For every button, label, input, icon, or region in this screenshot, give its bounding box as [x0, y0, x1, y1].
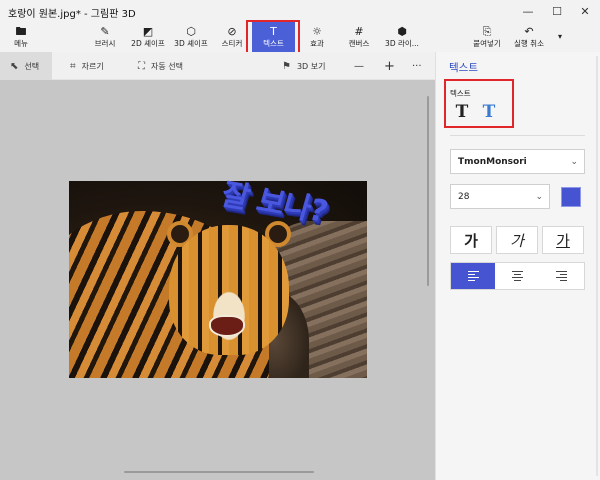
minimize-button[interactable]: — — [513, 0, 543, 22]
secondary-toolbar: ⬉ 선택 ⌗ 자르기 ⛶ 자동 선택 ⚑ 3D 보기 — + ··· — [0, 52, 435, 80]
panel-divider — [450, 135, 585, 136]
align-right-button[interactable] — [540, 263, 584, 289]
folder-icon: 🖿 — [15, 24, 27, 38]
tool-brush[interactable]: ✎ 브러시 — [88, 22, 122, 52]
align-center-button[interactable] — [495, 263, 539, 289]
tiger-mouth — [209, 315, 245, 337]
menu-button[interactable]: 🖿 메뉴 — [6, 22, 36, 52]
tool-text[interactable]: T 텍스트 — [252, 22, 295, 52]
select-button[interactable]: ⬉ 선택 — [0, 52, 52, 80]
window-title: 호랑이 원본.jpg* - 그림판 3D — [8, 9, 136, 20]
crop-icon: ⌗ — [70, 60, 76, 72]
2d-text-button[interactable]: T — [451, 101, 473, 123]
text-color-swatch[interactable] — [561, 187, 581, 207]
panel-scrollbar[interactable] — [596, 56, 598, 476]
undo-button[interactable]: ↶ 실행 취소 — [508, 22, 550, 52]
zoom-out-button[interactable]: — — [354, 52, 364, 80]
ribbon-toolbar: 🖿 메뉴 ✎ 브러시 ◩ 2D 셰이프 ⬡ 3D 셰이프 ⊘ 스티커 T 텍스트… — [0, 22, 600, 52]
title-bar: 호랑이 원본.jpg* - 그림판 3D — ☐ ✕ — [0, 0, 600, 22]
magic-select-icon: ⛶ — [138, 60, 145, 72]
chevron-down-icon: ⌄ — [535, 191, 543, 202]
more-button[interactable]: ··· — [412, 52, 422, 80]
chevron-down-icon: ⌄ — [570, 156, 578, 167]
2d-shapes-icon: ◩ — [142, 24, 154, 38]
cursor-icon: ⬉ — [10, 60, 19, 72]
align-center-icon — [511, 271, 523, 281]
align-right-icon — [556, 271, 568, 281]
vertical-scrollbar[interactable] — [427, 96, 429, 286]
maximize-button[interactable]: ☐ — [542, 0, 572, 22]
text-type-label: 텍스트 — [450, 89, 471, 98]
brush-icon: ✎ — [100, 24, 110, 38]
font-size-dropdown[interactable]: 28 ⌄ — [450, 184, 550, 209]
bold-button[interactable]: 가 — [450, 226, 492, 254]
sticker-icon: ⊘ — [227, 24, 237, 38]
tool-effects[interactable]: ☼ 효과 — [302, 22, 332, 52]
italic-button[interactable]: 가 — [496, 226, 538, 254]
3d-shapes-icon: ⬡ — [186, 24, 196, 38]
3d-text-button[interactable]: T — [478, 101, 500, 123]
canvas-icon: # — [354, 24, 364, 38]
3d-view-button[interactable]: ⚑ 3D 보기 — [282, 52, 325, 80]
tool-canvas[interactable]: # 캔버스 — [342, 22, 376, 52]
close-button[interactable]: ✕ — [570, 0, 600, 22]
ribbon-expand-button[interactable]: ▾ — [554, 22, 566, 52]
underline-button[interactable]: 가 — [542, 226, 584, 254]
font-family-dropdown[interactable]: TmonMonsori ⌄ — [450, 149, 585, 174]
chevron-down-icon: ▾ — [557, 31, 562, 41]
tool-3d-library[interactable]: ⬢ 3D 라이... — [380, 22, 424, 52]
text-icon: T — [270, 24, 277, 38]
effects-icon: ☼ — [312, 24, 322, 38]
tool-sticker[interactable]: ⊘ 스티커 — [214, 22, 250, 52]
panel-title: 텍스트 — [449, 62, 478, 74]
crop-button[interactable]: ⌗ 자르기 — [70, 52, 104, 80]
paste-button[interactable]: ⎘ 붙여넣기 — [468, 22, 506, 52]
magic-select-button[interactable]: ⛶ 자동 선택 — [138, 52, 183, 80]
align-left-button[interactable] — [451, 263, 496, 289]
horizontal-scrollbar[interactable] — [124, 471, 314, 473]
alignment-group — [450, 262, 585, 290]
undo-icon: ↶ — [524, 24, 534, 38]
paste-icon: ⎘ — [482, 24, 492, 38]
align-left-icon — [467, 271, 479, 281]
tool-3d-shapes[interactable]: ⬡ 3D 셰이프 — [170, 22, 212, 52]
zoom-in-button[interactable]: + — [384, 52, 395, 80]
3d-library-icon: ⬢ — [397, 24, 407, 38]
tool-2d-shapes[interactable]: ◩ 2D 셰이프 — [126, 22, 170, 52]
flag-icon: ⚑ — [282, 60, 291, 72]
